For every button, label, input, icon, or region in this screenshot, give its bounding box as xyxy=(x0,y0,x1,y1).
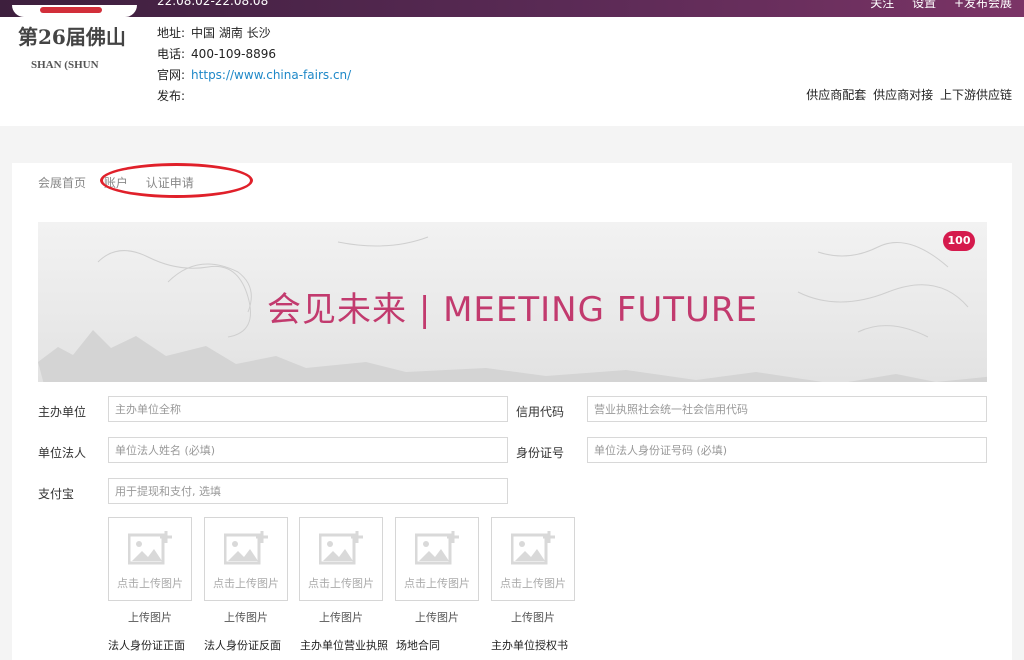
upload-caption: 上传图片 xyxy=(224,611,268,624)
certification-panel: 会展首页 账户 认证申请 100 会见未来 | MEETING FUTURE 主… xyxy=(12,163,1012,660)
host-input[interactable] xyxy=(108,396,508,422)
id-number-input[interactable] xyxy=(587,437,987,463)
breadcrumb-home[interactable]: 会展首页 xyxy=(38,176,86,190)
host-label: 主办单位 xyxy=(38,405,87,419)
image-upload-icon xyxy=(224,531,268,565)
image-upload-icon xyxy=(319,531,363,565)
image-upload-icon xyxy=(128,531,172,565)
credit-label: 信用代码 xyxy=(516,405,565,419)
upload-button-label: 点击上传图片 xyxy=(308,577,374,590)
credit-code-input[interactable] xyxy=(587,396,987,422)
doc-label-id-front: 法人身份证正面 xyxy=(108,639,185,652)
upload-button-label: 点击上传图片 xyxy=(404,577,470,590)
supply-link-docking[interactable]: 供应商对接 xyxy=(873,88,933,102)
id-label: 身份证号 xyxy=(516,446,565,460)
upload-button-label: 点击上传图片 xyxy=(117,577,183,590)
event-info: 地址: 中国 湖南 长沙 电话: 400-109-8896 官网: https://w… xyxy=(157,23,351,107)
upload-box-license[interactable]: 点击上传图片 xyxy=(299,517,383,601)
supply-link-chain[interactable]: 上下游供应链 xyxy=(940,88,1012,102)
legal-person-input[interactable] xyxy=(108,437,508,463)
meeting-future-banner: 100 会见未来 | MEETING FUTURE xyxy=(38,222,987,382)
publish-label: 发布: xyxy=(157,89,186,103)
publish-link[interactable]: +发布会展 xyxy=(954,0,1012,10)
upload-caption: 上传图片 xyxy=(415,611,459,624)
event-dates: 22.08.02-22.08.08 xyxy=(157,0,269,8)
settings-link[interactable]: 设置 xyxy=(912,0,936,10)
highlight-circle xyxy=(100,163,253,198)
phone-value: 400-109-8896 xyxy=(191,47,277,61)
alipay-input[interactable] xyxy=(108,478,508,504)
upload-box-authorization[interactable]: 点击上传图片 xyxy=(491,517,575,601)
banner-text: 会见未来 | MEETING FUTURE xyxy=(267,290,758,330)
address-value: 中国 湖南 长沙 xyxy=(191,26,271,40)
supply-link-matching[interactable]: 供应商配套 xyxy=(806,88,866,102)
upload-button-label: 点击上传图片 xyxy=(213,577,279,590)
upload-box-id-back[interactable]: 点击上传图片 xyxy=(204,517,288,601)
alipay-label: 支付宝 xyxy=(38,487,75,501)
upload-caption: 上传图片 xyxy=(128,611,172,624)
website-link[interactable]: https://www.china-fairs.cn/ xyxy=(191,65,351,86)
upload-caption: 上传图片 xyxy=(319,611,363,624)
legal-label: 单位法人 xyxy=(38,446,87,460)
upload-box-id-front[interactable]: 点击上传图片 xyxy=(108,517,192,601)
logo-mark xyxy=(40,7,102,13)
image-upload-icon xyxy=(511,531,555,565)
address-label: 地址: xyxy=(157,26,186,40)
doc-label-license: 主办单位营业执照 xyxy=(300,639,388,652)
upload-box-venue-contract[interactable]: 点击上传图片 xyxy=(395,517,479,601)
top-links: 关注 设置 +发布会展 xyxy=(856,0,1012,11)
brand-logo-icon: 100 xyxy=(943,231,975,251)
doc-label-id-back: 法人身份证反面 xyxy=(204,639,281,652)
event-title: 第26届佛山 xyxy=(18,25,126,49)
top-bar: 22.08.02-22.08.08 关注 设置 +发布会展 xyxy=(0,0,1024,17)
phone-label: 电话: xyxy=(157,47,186,61)
site-label: 官网: xyxy=(157,68,186,82)
event-subtitle: SHAN (SHUN xyxy=(31,59,99,71)
image-upload-icon xyxy=(415,531,459,565)
doc-label-authorization: 主办单位授权书 xyxy=(491,639,568,652)
supply-links: 供应商配套 供应商对接 上下游供应链 xyxy=(803,86,1012,103)
doc-label-venue-contract: 场地合同 xyxy=(396,639,440,652)
upload-caption: 上传图片 xyxy=(511,611,555,624)
upload-button-label: 点击上传图片 xyxy=(500,577,566,590)
event-header: 第26届佛山 SHAN (SHUN 地址: 中国 湖南 长沙 电话: 400-109… xyxy=(0,5,1024,126)
follow-link[interactable]: 关注 xyxy=(870,0,894,10)
